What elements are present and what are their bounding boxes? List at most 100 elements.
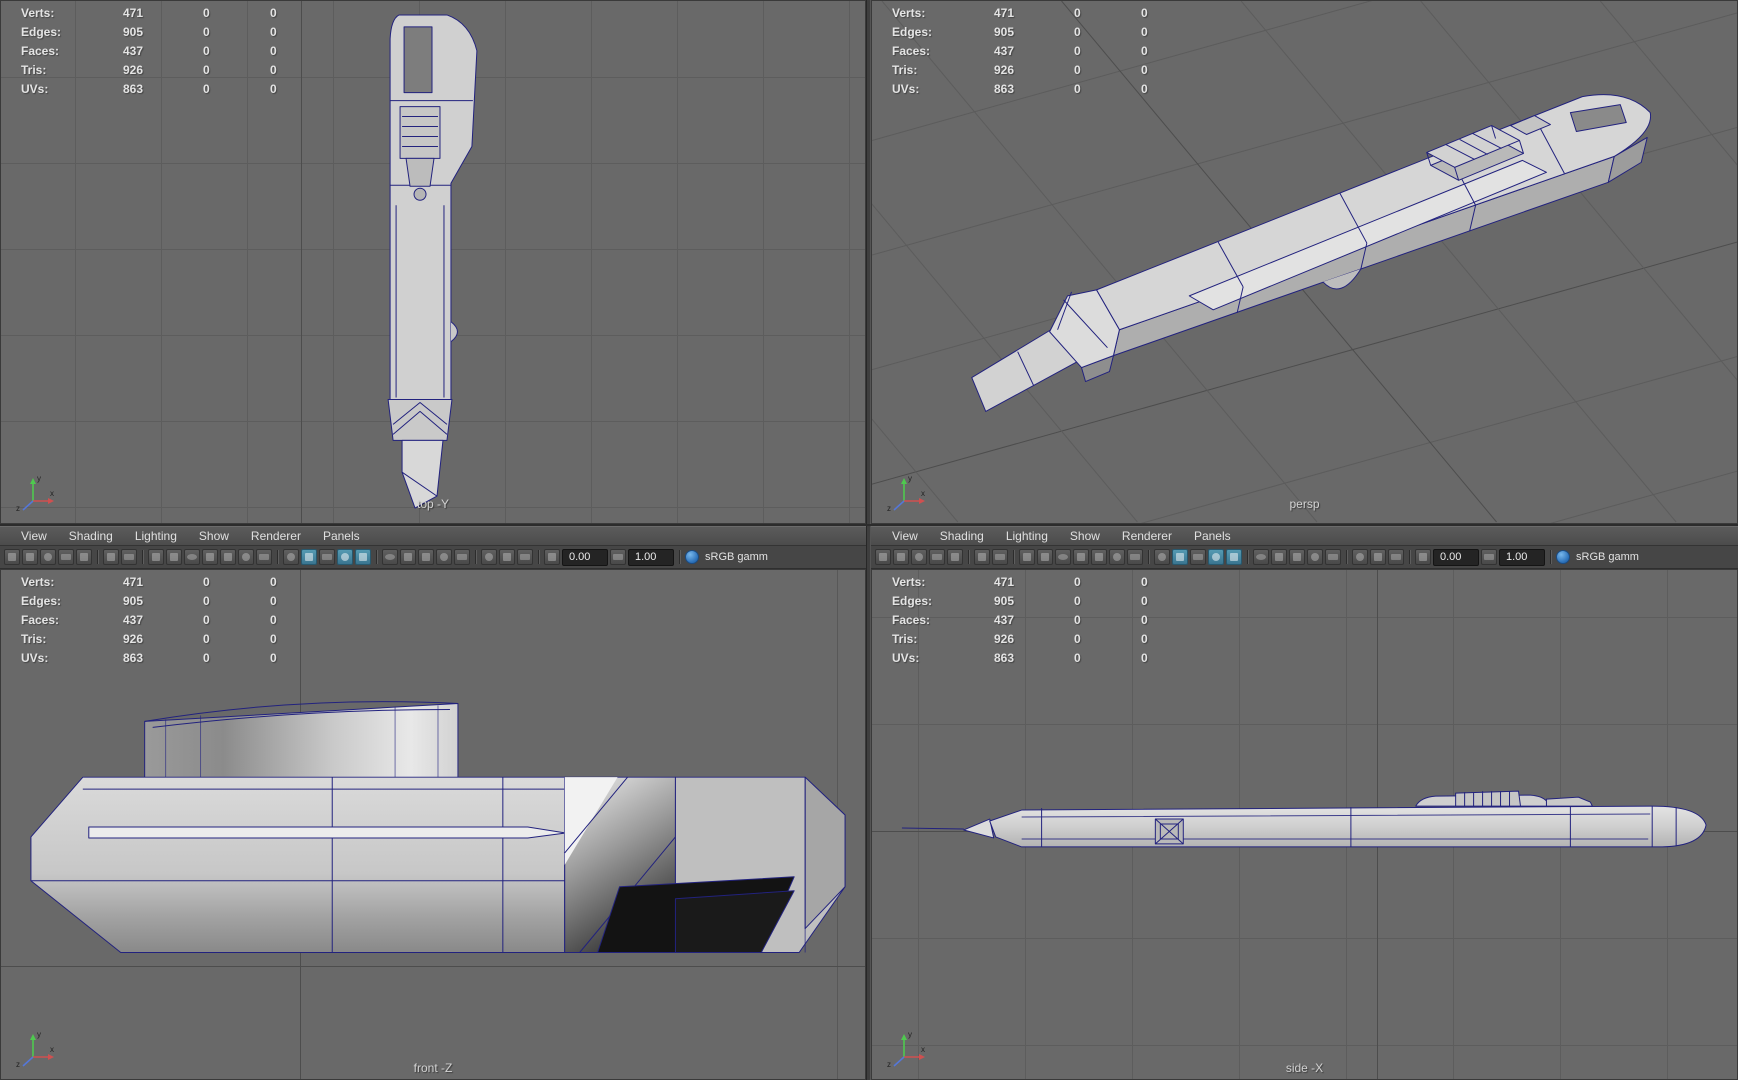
menu-item-renderer[interactable]: Renderer [240, 529, 312, 543]
menu-item-panels[interactable]: Panels [312, 529, 371, 543]
hud-label: UVs: [21, 82, 49, 96]
colorspace-label[interactable]: sRGB gamm [1576, 551, 1639, 563]
hud-label: Tris: [21, 632, 47, 646]
motion-blur-icon[interactable] [454, 549, 470, 565]
resolution-gate-icon[interactable] [184, 549, 200, 565]
axis-indicator: y x z [887, 474, 925, 513]
menu-item-show[interactable]: Show [188, 529, 240, 543]
smooth-shade-icon[interactable] [1172, 549, 1188, 565]
view-transform-icon[interactable] [1556, 550, 1570, 564]
two-d-pan-zoom-icon[interactable] [974, 549, 990, 565]
hud-value-2: 0 [1074, 82, 1081, 96]
toolbar-separator [277, 550, 278, 564]
menu-item-shading[interactable]: Shading [58, 529, 124, 543]
menu-item-panels[interactable]: Panels [1183, 529, 1242, 543]
menu-item-show[interactable]: Show [1059, 529, 1111, 543]
camera-attributes-icon[interactable] [911, 549, 927, 565]
safe-title-icon[interactable] [1127, 549, 1143, 565]
all-lights-icon[interactable] [1271, 549, 1287, 565]
default-lighting-icon[interactable] [1253, 549, 1269, 565]
safe-title-icon[interactable] [256, 549, 272, 565]
safe-action-icon[interactable] [238, 549, 254, 565]
lock-camera-icon[interactable] [22, 549, 38, 565]
grease-pencil-icon[interactable] [121, 549, 137, 565]
bookmarks-icon[interactable] [929, 549, 945, 565]
field-chart-icon[interactable] [220, 549, 236, 565]
menu-item-renderer[interactable]: Renderer [1111, 529, 1183, 543]
grid-toggle-icon[interactable] [148, 549, 164, 565]
gate-mask-icon[interactable] [1073, 549, 1089, 565]
xray-icon[interactable] [499, 549, 515, 565]
hud-value-2: 0 [203, 82, 210, 96]
wireframe-on-shaded-icon[interactable] [1190, 549, 1206, 565]
exposure-icon[interactable] [544, 549, 560, 565]
view-transform-icon[interactable] [685, 550, 699, 564]
wireframe-mode-icon[interactable] [1154, 549, 1170, 565]
smooth-shade-icon[interactable] [301, 549, 317, 565]
wireframe-mode-icon[interactable] [283, 549, 299, 565]
isolate-select-icon[interactable] [481, 549, 497, 565]
viewport-side[interactable]: Verts: 471 0 0 Edges: 905 0 0 Faces: 437… [871, 569, 1738, 1080]
shadows-icon[interactable] [1289, 549, 1305, 565]
grease-pencil-icon[interactable] [992, 549, 1008, 565]
menu-item-shading[interactable]: Shading [929, 529, 995, 543]
motion-blur-icon[interactable] [1325, 549, 1341, 565]
hud-row: Faces: 437 0 0 [21, 42, 330, 61]
two-d-pan-zoom-icon[interactable] [103, 549, 119, 565]
menu-item-view[interactable]: View [10, 529, 58, 543]
axis-indicator: y x z [16, 474, 54, 513]
use-default-material-icon[interactable] [1226, 549, 1242, 565]
hud-value-2: 0 [1074, 651, 1081, 665]
camera-attributes-icon[interactable] [40, 549, 56, 565]
exposure-icon[interactable] [1415, 549, 1431, 565]
viewport-front[interactable]: Verts: 471 0 0 Edges: 905 0 0 Faces: 437… [0, 569, 866, 1080]
hud-label: Edges: [892, 594, 933, 608]
menu-item-view[interactable]: View [881, 529, 929, 543]
hud-value-2: 0 [203, 651, 210, 665]
viewport-top[interactable]: Verts: 471 0 0 Edges: 905 0 0 Faces: 437… [0, 0, 866, 524]
all-lights-icon[interactable] [400, 549, 416, 565]
menu-item-lighting[interactable]: Lighting [124, 529, 188, 543]
screen-space-ao-icon[interactable] [436, 549, 452, 565]
isolate-select-icon[interactable] [1352, 549, 1368, 565]
select-camera-icon[interactable] [4, 549, 20, 565]
hud-value-1: 905 [994, 594, 1015, 608]
textured-mode-icon[interactable] [1208, 549, 1224, 565]
image-plane-icon[interactable] [947, 549, 963, 565]
menu-item-lighting[interactable]: Lighting [995, 529, 1059, 543]
film-gate-icon[interactable] [166, 549, 182, 565]
hud-row: Tris: 926 0 0 [21, 61, 330, 80]
toolbar-separator [475, 550, 476, 564]
heads-up-display: Verts: 471 0 0 Edges: 905 0 0 Faces: 437… [892, 573, 1201, 668]
screen-space-ao-icon[interactable] [1307, 549, 1323, 565]
safe-action-icon[interactable] [1109, 549, 1125, 565]
wireframe-on-shaded-icon[interactable] [319, 549, 335, 565]
select-camera-icon[interactable] [875, 549, 891, 565]
image-plane-icon[interactable] [76, 549, 92, 565]
hud-row: UVs: 863 0 0 [892, 80, 1201, 99]
field-chart-icon[interactable] [1091, 549, 1107, 565]
viewport-persp[interactable]: Verts: 471 0 0 Edges: 905 0 0 Faces: 437… [871, 0, 1738, 524]
gamma-icon[interactable] [1481, 549, 1497, 565]
textured-mode-icon[interactable] [337, 549, 353, 565]
shadows-icon[interactable] [418, 549, 434, 565]
hud-label: UVs: [892, 82, 920, 96]
default-lighting-icon[interactable] [382, 549, 398, 565]
xray-joints-icon[interactable] [1388, 549, 1404, 565]
film-gate-icon[interactable] [1037, 549, 1053, 565]
exposure-field[interactable]: 0.00 [562, 548, 608, 566]
grid-toggle-icon[interactable] [1019, 549, 1035, 565]
lock-camera-icon[interactable] [893, 549, 909, 565]
resolution-gate-icon[interactable] [1055, 549, 1071, 565]
xray-icon[interactable] [1370, 549, 1386, 565]
gamma-icon[interactable] [610, 549, 626, 565]
gate-mask-icon[interactable] [202, 549, 218, 565]
hud-value-1: 863 [994, 651, 1015, 665]
xray-joints-icon[interactable] [517, 549, 533, 565]
gamma-field[interactable]: 1.00 [628, 548, 674, 566]
use-default-material-icon[interactable] [355, 549, 371, 565]
exposure-field[interactable]: 0.00 [1433, 548, 1479, 566]
gamma-field[interactable]: 1.00 [1499, 548, 1545, 566]
bookmarks-icon[interactable] [58, 549, 74, 565]
colorspace-label[interactable]: sRGB gamm [705, 551, 768, 563]
